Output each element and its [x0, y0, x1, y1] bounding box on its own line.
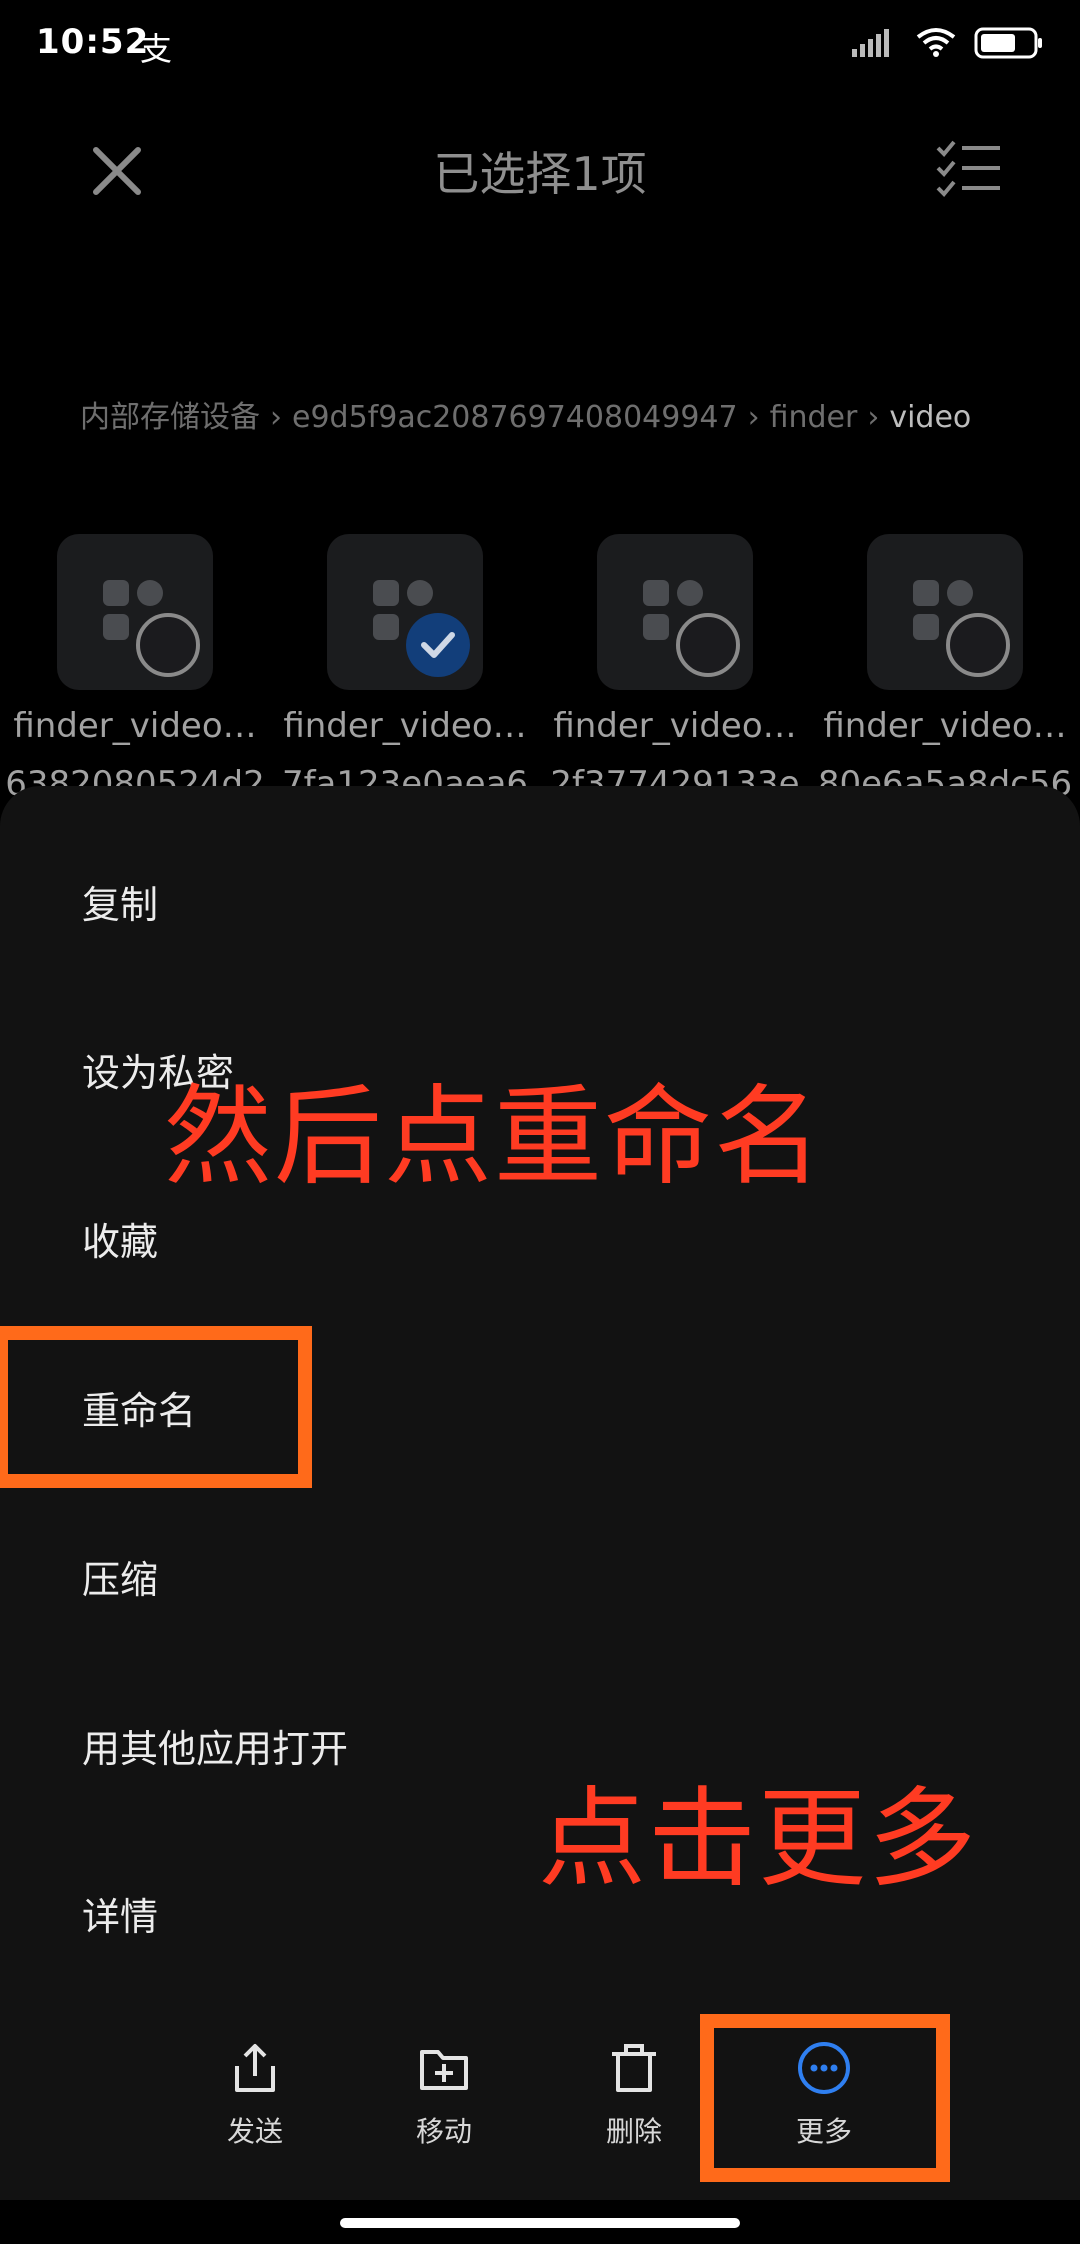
send-label: 发送	[226, 2115, 283, 2148]
menu-item-compress[interactable]: 压缩	[82, 1549, 158, 1604]
rename-highlight-box	[0, 1326, 312, 1488]
menu-item-favorite[interactable]: 收藏	[82, 1211, 158, 1266]
move-button[interactable]: 移动	[369, 2040, 519, 2150]
rename-hint-annotation: 然后点重命名	[164, 1075, 825, 1200]
breadcrumb: 内部存储设备 › e9d5f9ac2087697408049947 › finder › v…	[80, 392, 1040, 436]
more-menu-sheet: 复制 设为私密 收藏 重命名 压缩 用其他应用打开 详情	[0, 786, 1080, 2200]
status-time: 10:52	[36, 22, 150, 62]
file-item[interactable]: finder_video… 80e6a5a8dc56	[810, 534, 1080, 806]
file-thumbnail	[327, 534, 483, 690]
trash-icon	[612, 2044, 656, 2092]
move-label: 移动	[415, 2115, 472, 2148]
more-highlight-box	[700, 2014, 950, 2182]
status-app-icon: 支	[140, 30, 173, 68]
file-thumbnail	[57, 534, 213, 690]
file-name-line1: finder_video…	[553, 706, 797, 746]
file-name-line1: finder_video…	[823, 706, 1067, 746]
file-thumbnail	[867, 534, 1023, 690]
chevron-right-icon: ›	[867, 400, 880, 435]
file-name-line1: finder_video…	[283, 706, 527, 746]
checklist-icon[interactable]	[934, 138, 1004, 198]
send-button[interactable]: 发送	[180, 2040, 330, 2150]
signal-icon	[852, 29, 889, 57]
menu-item-open-with[interactable]: 用其他应用打开	[82, 1718, 348, 1773]
file-name-line1: finder_video…	[13, 706, 257, 746]
menu-item-copy[interactable]: 复制	[82, 874, 158, 929]
chevron-right-icon: ›	[270, 400, 282, 435]
breadcrumb-item[interactable]: e9d5f9ac2087697408049947	[292, 400, 738, 435]
menu-item-details[interactable]: 详情	[82, 1886, 158, 1941]
status-icons	[852, 26, 1044, 60]
page-title: 已选择1项	[433, 147, 647, 201]
app-file-icon	[913, 580, 1010, 677]
file-item[interactable]: finder_video… 2f377429133e	[540, 534, 810, 806]
share-icon	[235, 2044, 275, 2092]
app-file-icon	[373, 580, 470, 677]
status-bar: 10:52 支	[0, 0, 1080, 90]
chevron-right-icon: ›	[747, 400, 760, 435]
wifi-icon	[916, 28, 956, 57]
delete-label: 删除	[605, 2115, 662, 2148]
app-file-icon	[643, 580, 740, 677]
breadcrumb-current: video	[889, 400, 972, 435]
title-bar: 已选择1项	[0, 110, 1080, 220]
breadcrumb-item[interactable]: 内部存储设备	[80, 400, 260, 435]
file-thumbnail	[597, 534, 753, 690]
breadcrumb-item[interactable]: finder	[770, 400, 858, 435]
file-item-selected[interactable]: finder_video… 7fa123e0aea6	[270, 534, 540, 806]
battery-icon	[974, 27, 1042, 59]
file-grid: finder_video… 6382080524d2 finder_video……	[0, 534, 1080, 804]
home-indicator[interactable]	[340, 2218, 740, 2228]
more-hint-annotation: 点击更多	[538, 1777, 979, 1902]
file-item[interactable]: finder_video… 6382080524d2	[0, 534, 270, 806]
move-folder-icon	[420, 2050, 468, 2090]
app-file-icon	[103, 580, 200, 677]
delete-button[interactable]: 删除	[559, 2040, 709, 2150]
